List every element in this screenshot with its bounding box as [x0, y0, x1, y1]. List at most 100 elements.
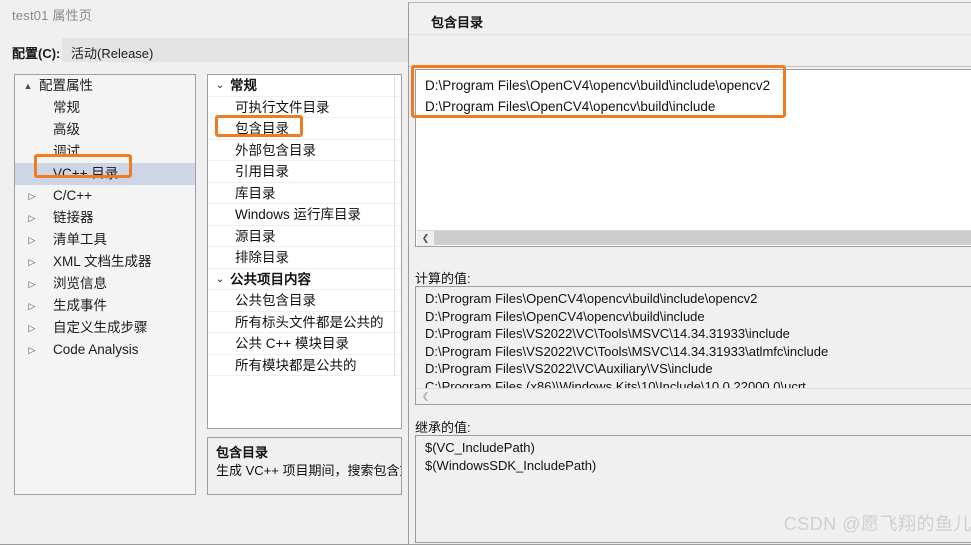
- inherited-values-label: 继承的值:: [415, 420, 471, 435]
- column-divider: [394, 290, 395, 311]
- expander-icon[interactable]: ▷: [25, 251, 39, 273]
- property-row-label: 引用目录: [235, 164, 289, 179]
- property-row-8[interactable]: 排除目录: [208, 247, 401, 269]
- property-row-label: 库目录: [235, 185, 276, 201]
- evaluated-value-3: D:\Program Files\VS2022\VC\Tools\MSVC\14…: [425, 343, 829, 359]
- dialog-title: 包含目录: [431, 15, 484, 30]
- tree-item-4[interactable]: VC++ 目录: [15, 163, 195, 185]
- property-row-3[interactable]: 外部包含目录: [208, 139, 401, 161]
- configuration-tree[interactable]: ▲ 配置属性 常规 高级 调试 VC++ 目录 ▷ C/C++ ▷ 链接器 ▷ 清单工具 ▷ XML 文档…: [14, 74, 196, 495]
- expander-icon[interactable]: ▲: [21, 75, 35, 97]
- directory-entry-1[interactable]: D:\Program Files\OpenCV4\opencv\build\in…: [416, 96, 971, 117]
- tree-item-11[interactable]: ▷ 自定义生成步骤: [15, 317, 195, 339]
- dialog-toolbar: [409, 35, 971, 67]
- directories-edit-box[interactable]: D:\Program Files\OpenCV4\opencv\build\in…: [415, 69, 971, 247]
- tree-item-label: 配置属性: [39, 78, 93, 93]
- expander-icon[interactable]: ▷: [25, 339, 39, 361]
- tree-item-label: 调试: [53, 144, 80, 159]
- evaluated-value-4: D:\Program Files\VS2022\VC\Auxiliary\VS\…: [425, 361, 713, 376]
- tree-item-7[interactable]: ▷ 清单工具: [15, 229, 195, 251]
- evaluated-value-0: D:\Program Files\OpenCV4\opencv\build\in…: [425, 291, 758, 306]
- column-divider: [394, 268, 395, 289]
- property-row-6[interactable]: Windows 运行库目录: [208, 204, 401, 226]
- tree-item-label: 浏览信息: [53, 276, 107, 291]
- tree-item-label: 链接器: [53, 210, 94, 225]
- column-divider: [394, 311, 395, 332]
- tree-item-1[interactable]: 常规: [15, 97, 195, 119]
- column-divider: [394, 182, 395, 203]
- tree-item-3[interactable]: 调试: [15, 141, 195, 163]
- evaluated-values-box: D:\Program Files\OpenCV4\opencv\build\in…: [415, 286, 971, 405]
- inherited-values-lines: $(VC_IncludePath) $(WindowsSDK_IncludePat…: [416, 439, 971, 474]
- property-row-1[interactable]: 可执行文件目录: [208, 96, 401, 118]
- property-row-label: 外部包含目录: [235, 142, 316, 158]
- screen: test01 属性页 配置(C): 活动(Release) ▲ 配置属性 常规 高级调…: [0, 0, 971, 545]
- column-divider: [394, 225, 395, 246]
- expander-icon[interactable]: ▷: [25, 229, 39, 251]
- column-divider: [394, 75, 395, 96]
- property-row-5[interactable]: 库目录: [208, 182, 401, 204]
- expander-icon[interactable]: ▷: [25, 273, 39, 295]
- tree-item-label: XML 文档生成器: [53, 254, 152, 269]
- expander-icon[interactable]: ▷: [25, 317, 39, 339]
- chevron-down-icon[interactable]: ⌄: [214, 269, 226, 291]
- property-row-label: 公共 C++ 模块目录: [235, 336, 350, 351]
- column-divider: [394, 161, 395, 182]
- tree-item-8[interactable]: ▷ XML 文档生成器: [15, 251, 195, 273]
- column-divider: [394, 96, 395, 117]
- expander-icon[interactable]: ▷: [25, 185, 39, 207]
- tree-item-12[interactable]: ▷ Code Analysis: [15, 339, 195, 361]
- property-description-pane: 包含目录 生成 VC++ 项目期间，搜索包含文件: [207, 437, 402, 495]
- property-row-7[interactable]: 源目录: [208, 225, 401, 247]
- tree-item-0[interactable]: ▲ 配置属性: [15, 75, 195, 97]
- property-row-label: 源目录: [235, 228, 276, 244]
- column-divider: [394, 333, 395, 354]
- property-row-label: 可执行文件目录: [235, 99, 330, 115]
- dialog-titlebar: 包含目录: [409, 3, 971, 35]
- property-row-label: 包含目录: [235, 121, 289, 136]
- property-row-12[interactable]: 公共 C++ 模块目录: [208, 333, 401, 355]
- property-row-11[interactable]: 所有标头文件都是公共的: [208, 311, 401, 333]
- column-divider: [394, 204, 395, 225]
- tree-item-label: 清单工具: [53, 232, 107, 247]
- directories-edit-lines: D:\Program Files\OpenCV4\opencv\build\in…: [416, 75, 971, 117]
- tree-item-10[interactable]: ▷ 生成事件: [15, 295, 195, 317]
- tree-item-label: 常规: [53, 100, 80, 115]
- include-directories-dialog: 包含目录 D:\Program Files\OpenCV4\opencv\bui…: [408, 2, 971, 545]
- property-row-10[interactable]: 公共包含目录: [208, 290, 401, 312]
- description-title: 包含目录: [216, 445, 269, 460]
- property-list[interactable]: ⌄ 常规可执行文件目录 包含目录外部包含目录 引用目录库目录 Windows 运行库目录…: [207, 74, 402, 429]
- evaluated-scroll-left-icon[interactable]: ❮: [417, 389, 434, 404]
- column-divider: [394, 354, 395, 375]
- property-row-9[interactable]: ⌄ 公共项目内容: [208, 268, 401, 291]
- expander-icon[interactable]: ▷: [25, 207, 39, 229]
- scroll-left-icon[interactable]: ❮: [417, 231, 434, 246]
- property-row-label: 公共项目内容: [230, 271, 311, 287]
- chevron-down-icon[interactable]: ⌄: [214, 75, 226, 97]
- edit-horizontal-scrollbar[interactable]: ❮: [417, 230, 971, 246]
- directory-entry-0[interactable]: D:\Program Files\OpenCV4\opencv\build\in…: [416, 75, 971, 96]
- evaluated-values-label: 计算的值:: [415, 271, 471, 286]
- tree-item-label: Code Analysis: [53, 342, 139, 357]
- expander-icon[interactable]: ▷: [25, 295, 39, 317]
- tree-item-6[interactable]: ▷ 链接器: [15, 207, 195, 229]
- tree-item-label: VC++ 目录: [53, 166, 119, 181]
- evaluated-values-lines: D:\Program Files\OpenCV4\opencv\build\in…: [416, 290, 971, 395]
- tree-item-label: 高级: [53, 122, 80, 137]
- evaluated-value-1: D:\Program Files\OpenCV4\opencv\build\in…: [425, 308, 705, 324]
- column-divider: [394, 118, 395, 139]
- evaluated-horizontal-scrollbar[interactable]: ❮: [417, 388, 971, 403]
- column-divider: [394, 247, 395, 268]
- property-row-label: 常规: [230, 78, 257, 93]
- tree-item-9[interactable]: ▷ 浏览信息: [15, 273, 195, 295]
- property-row-13[interactable]: 所有模块都是公共的: [208, 354, 401, 376]
- property-row-2[interactable]: 包含目录: [208, 118, 401, 140]
- property-row-label: 公共包含目录: [235, 293, 316, 308]
- tree-item-2[interactable]: 高级: [15, 119, 195, 141]
- property-row-0[interactable]: ⌄ 常规: [208, 75, 401, 97]
- property-row-label: Windows 运行库目录: [235, 207, 362, 222]
- tree-item-5[interactable]: ▷ C/C++: [15, 185, 195, 207]
- configuration-value: 活动(Release): [71, 46, 154, 61]
- property-row-4[interactable]: 引用目录: [208, 161, 401, 183]
- window-title: test01 属性页: [12, 8, 93, 23]
